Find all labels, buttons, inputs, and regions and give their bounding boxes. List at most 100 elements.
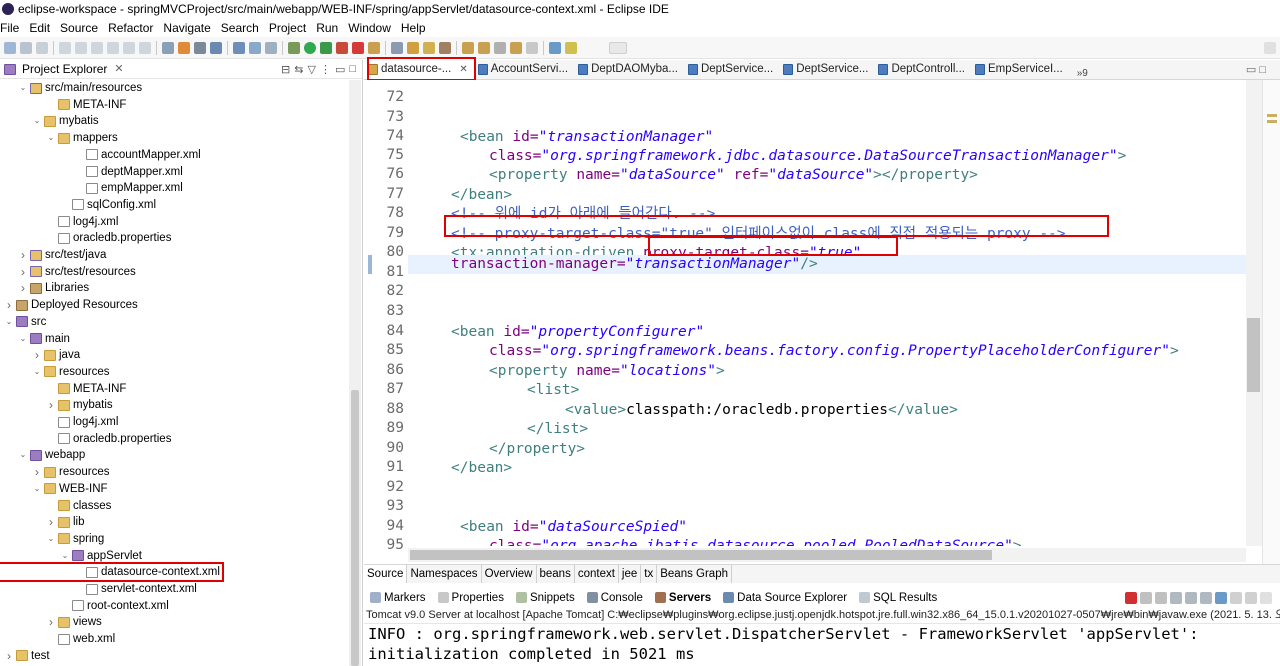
new-java-project-icon[interactable] xyxy=(249,41,261,54)
editor-window-controls[interactable]: ▭ □ xyxy=(1246,63,1266,76)
tree-item[interactable]: › src/test/java xyxy=(0,247,106,263)
tab-properties[interactable]: Properties xyxy=(432,592,510,604)
back-icon[interactable] xyxy=(510,41,522,54)
explorer-scrollbar[interactable] xyxy=(349,80,361,666)
tab-context[interactable]: context xyxy=(575,565,619,583)
chevron-right-icon[interactable]: › xyxy=(4,297,14,313)
tree-item[interactable]: › Deployed Resources xyxy=(0,297,138,313)
last-edit-icon[interactable] xyxy=(494,41,506,54)
suspend-icon[interactable] xyxy=(91,41,103,54)
tree-item[interactable]: ⌄ resources xyxy=(0,364,110,380)
tab-servers[interactable]: Servers xyxy=(649,592,717,604)
collapse-all-icon[interactable]: ⊟ xyxy=(281,63,290,76)
tree-item[interactable]: ⌄ appServlet xyxy=(0,548,142,564)
maximize-icon[interactable]: □ xyxy=(349,63,356,76)
perspective-icon[interactable] xyxy=(1264,41,1276,54)
tree-item[interactable]: datasource-context.xml xyxy=(0,562,224,583)
chevron-down-icon[interactable]: ⌄ xyxy=(18,80,28,96)
code-editor[interactable]: <bean id="transactionManager" class="org… xyxy=(408,80,1246,546)
tree-item[interactable]: ⌄ WEB-INF xyxy=(0,481,108,497)
tab-emp-service-impl[interactable]: EmpServiceI... xyxy=(971,59,1069,79)
server-icon[interactable] xyxy=(178,41,190,54)
chevron-down-icon[interactable]: ⌄ xyxy=(18,331,28,347)
menu-refactor[interactable]: Refactor xyxy=(103,21,158,35)
new-package-icon[interactable] xyxy=(265,41,277,54)
tree-item[interactable]: classes xyxy=(0,498,111,514)
tree-item[interactable]: ⌄ webapp xyxy=(0,447,86,463)
display-console-icon[interactable] xyxy=(1230,591,1242,604)
prev-annotation-icon[interactable] xyxy=(478,41,490,54)
debug-icon[interactable] xyxy=(288,41,300,54)
tree-item[interactable]: web.xml xyxy=(0,631,115,647)
remove-launch-icon[interactable] xyxy=(1140,591,1152,604)
tree-item[interactable]: ⌄ mybatis xyxy=(0,113,99,129)
chevron-down-icon[interactable]: ⌄ xyxy=(32,364,42,380)
tab-dept-controller[interactable]: DeptControll... xyxy=(874,59,971,79)
tab-tx[interactable]: tx xyxy=(641,565,658,583)
chevron-right-icon[interactable]: › xyxy=(46,514,56,530)
editor-horizontal-scrollbar[interactable] xyxy=(408,548,1246,562)
tree-item[interactable]: META-INF xyxy=(0,97,126,113)
tree-item[interactable]: ⌄ main xyxy=(0,331,70,347)
chevron-down-icon[interactable]: ⌄ xyxy=(46,531,56,547)
skip-breakpoints-icon[interactable] xyxy=(59,41,71,54)
pen-icon[interactable] xyxy=(423,41,435,54)
open-console-icon[interactable] xyxy=(1245,591,1257,604)
tab-overview[interactable]: Overview xyxy=(482,565,537,583)
run-tools-icon[interactable] xyxy=(336,41,348,54)
open-folder-icon[interactable] xyxy=(407,41,419,54)
tree-item[interactable]: oracledb.properties xyxy=(0,230,171,246)
chevron-down-icon[interactable]: ⌄ xyxy=(32,481,42,497)
tree-item[interactable]: accountMapper.xml xyxy=(0,147,201,163)
editor-hscroll-thumb[interactable] xyxy=(410,550,992,560)
scroll-lock-icon[interactable] xyxy=(1185,591,1197,604)
step-into-icon[interactable] xyxy=(123,41,135,54)
save-all-icon[interactable] xyxy=(36,41,48,54)
quick-access-field[interactable] xyxy=(609,41,627,54)
close-icon[interactable]: ✕ xyxy=(114,60,123,79)
menu-source[interactable]: Source xyxy=(55,21,103,35)
tree-item[interactable]: servlet-context.xml xyxy=(0,581,197,597)
tab-markers[interactable]: Markers xyxy=(364,592,432,604)
new-icon[interactable] xyxy=(4,41,16,54)
external-tools-icon[interactable] xyxy=(210,41,222,54)
tree-item[interactable]: › mybatis xyxy=(0,397,113,413)
resume-icon[interactable] xyxy=(75,41,87,54)
menu-navigate[interactable]: Navigate xyxy=(158,21,215,35)
editor-vscroll-thumb[interactable] xyxy=(1247,318,1260,392)
chevron-right-icon[interactable]: › xyxy=(18,280,28,296)
console-output[interactable]: INFO : org.springframework.web.servlet.D… xyxy=(368,624,1268,666)
open-type-icon[interactable] xyxy=(162,41,174,54)
step-over-icon[interactable] xyxy=(139,41,151,54)
chevron-down-icon[interactable]: ⌄ xyxy=(46,130,56,146)
wand-icon[interactable] xyxy=(565,41,577,54)
tab-dept-service-2[interactable]: DeptService... xyxy=(779,59,874,79)
tree-item[interactable]: deptMapper.xml xyxy=(0,164,183,180)
tree-item[interactable]: › views xyxy=(0,614,102,630)
chevron-right-icon[interactable]: › xyxy=(32,464,42,480)
minimize-icon[interactable] xyxy=(1260,591,1272,604)
menu-help[interactable]: Help xyxy=(396,21,431,35)
chevron-right-icon[interactable]: › xyxy=(18,264,28,280)
more-tabs-button[interactable]: »9 xyxy=(1077,68,1088,79)
pin-console-icon[interactable] xyxy=(1215,591,1227,604)
tab-snippets[interactable]: Snippets xyxy=(510,592,581,604)
tree-item[interactable]: ⌄ mappers xyxy=(0,130,118,146)
tab-console[interactable]: Console xyxy=(581,592,649,604)
chevron-down-icon[interactable]: ⌄ xyxy=(32,113,42,129)
menu-run[interactable]: Run xyxy=(311,21,343,35)
new-window-icon[interactable] xyxy=(549,41,561,54)
remove-all-icon[interactable] xyxy=(1155,591,1167,604)
tree-item[interactable]: › lib xyxy=(0,514,85,530)
open-task-icon[interactable] xyxy=(391,41,403,54)
tab-account-service[interactable]: AccountServi... xyxy=(474,59,574,79)
view-menu-icon[interactable]: ⋮ xyxy=(320,63,331,76)
chevron-down-icon[interactable]: ⌄ xyxy=(18,447,28,463)
tree-item[interactable]: ⌄ src xyxy=(0,314,47,330)
forward-icon[interactable] xyxy=(526,41,538,54)
chevron-right-icon[interactable]: › xyxy=(18,247,28,263)
menu-project[interactable]: Project xyxy=(264,21,311,35)
tree-item[interactable]: log4j.xml xyxy=(0,214,118,230)
annotation-icon[interactable] xyxy=(439,41,451,54)
globe-icon[interactable] xyxy=(233,41,245,54)
